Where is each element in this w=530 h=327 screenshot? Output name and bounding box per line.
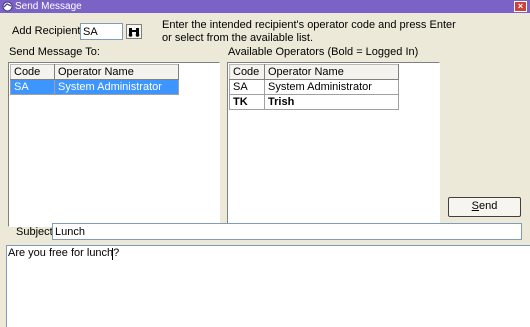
row-code: TK: [229, 94, 265, 110]
row-name: Trish: [264, 94, 399, 110]
recipient-input[interactable]: SA: [80, 23, 123, 40]
add-recipient-label: Add Recipient:: [12, 25, 84, 37]
app-icon: [2, 1, 13, 12]
available-operators-list[interactable]: Code Operator Name SA System Administrat…: [227, 62, 440, 227]
recipient-input-value: SA: [83, 26, 98, 38]
send-button[interactable]: Send: [448, 197, 521, 217]
dialog-body: Add Recipient: SA Enter the intended rec…: [0, 13, 530, 327]
instructions-line-1: Enter the intended recipient's operator …: [162, 19, 456, 31]
code-column-header[interactable]: Code: [229, 64, 265, 80]
close-icon: ×: [517, 1, 524, 11]
close-button[interactable]: ×: [514, 1, 527, 12]
instructions-line-2: or select from the available list.: [162, 32, 314, 44]
binoculars-icon: [128, 28, 140, 37]
row-code: SA: [10, 79, 55, 95]
row-code: SA: [229, 79, 265, 95]
subject-label: Subject:: [16, 226, 56, 238]
row-name: System Administrator: [54, 79, 179, 95]
available-operators-table: Code Operator Name SA System Administrat…: [229, 64, 399, 110]
subject-input-value: Lunch: [55, 226, 85, 238]
message-body-text: Are you free for lunch?: [8, 247, 120, 259]
send-to-header-row: Code Operator Name: [10, 64, 179, 80]
message-body-textarea[interactable]: Are you free for lunch?: [6, 245, 530, 327]
row-name: System Administrator: [264, 79, 399, 95]
send-to-label: Send Message To:: [9, 46, 100, 58]
table-row[interactable]: SA System Administrator: [229, 79, 399, 95]
subject-input[interactable]: Lunch: [52, 223, 522, 240]
send-to-table: Code Operator Name SA System Administrat…: [10, 64, 179, 95]
window-title: Send Message: [15, 1, 82, 12]
send-button-mnemonic: S: [471, 200, 479, 212]
text-cursor: [112, 248, 113, 260]
title-bar: Send Message ×: [0, 0, 530, 13]
available-operators-label: Available Operators (Bold = Logged In): [228, 46, 419, 58]
send-button-label-rest: end: [478, 200, 498, 212]
code-column-header[interactable]: Code: [10, 64, 55, 80]
table-row[interactable]: TK Trish: [229, 94, 399, 110]
table-row[interactable]: SA System Administrator: [10, 79, 179, 95]
name-column-header[interactable]: Operator Name: [264, 64, 399, 80]
send-to-list[interactable]: Code Operator Name SA System Administrat…: [8, 62, 220, 227]
name-column-header[interactable]: Operator Name: [54, 64, 179, 80]
available-header-row: Code Operator Name: [229, 64, 399, 80]
search-recipient-button[interactable]: [126, 24, 142, 39]
